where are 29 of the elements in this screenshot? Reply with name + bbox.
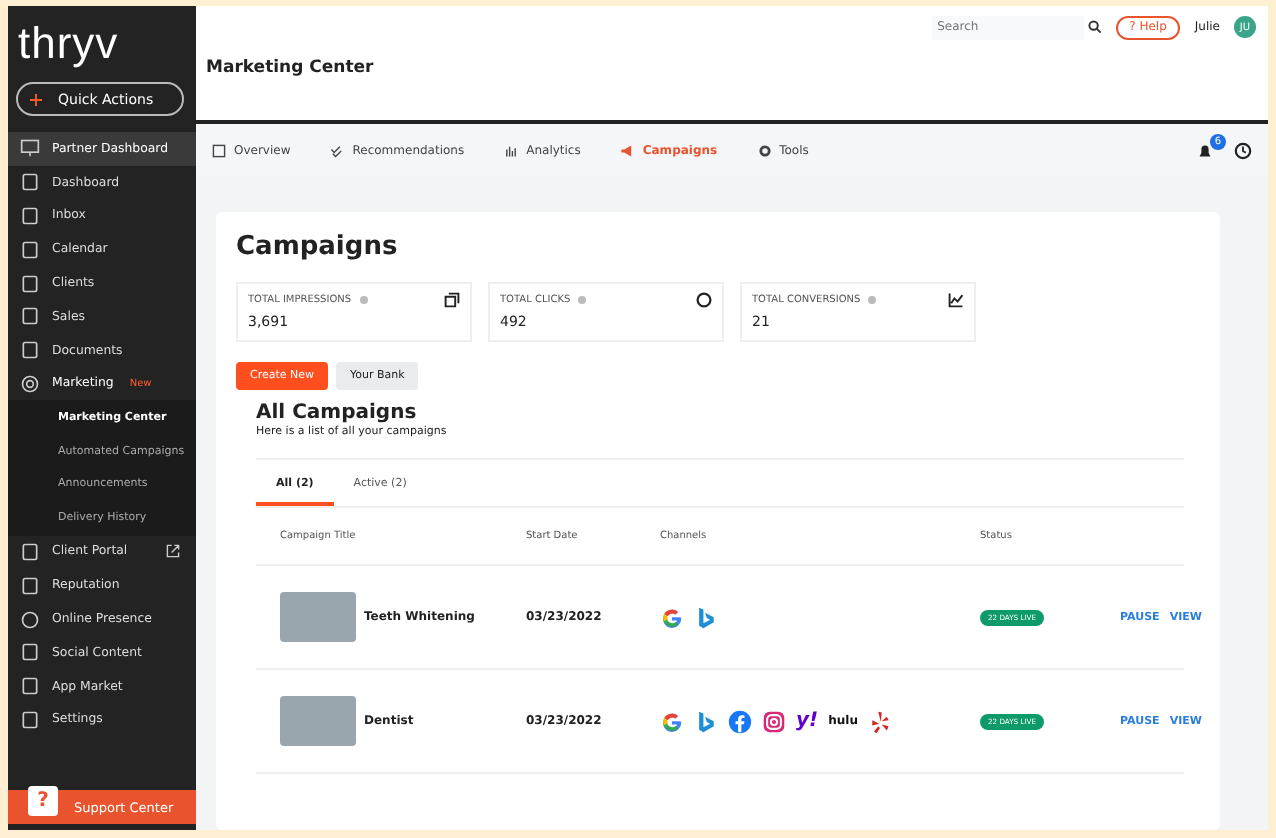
grid-icon	[212, 143, 226, 157]
camera-logo-icon	[762, 709, 786, 733]
b-logo-icon	[694, 605, 718, 629]
images-icon	[444, 292, 460, 308]
page-title: Marketing Center	[206, 58, 376, 78]
info-icon[interactable]	[868, 296, 877, 304]
megaphone-icon	[620, 143, 635, 157]
clock-icon[interactable]	[1234, 141, 1252, 159]
g-logo-icon	[660, 709, 684, 733]
section-title: Campaigns	[236, 232, 400, 262]
help-icon: ?	[28, 786, 58, 816]
list-title: All Campaigns	[256, 402, 419, 424]
monitor-icon	[20, 138, 40, 159]
f-logo-icon	[728, 709, 752, 733]
plus-icon	[30, 93, 42, 105]
line-chart-icon	[948, 292, 964, 308]
info-icon[interactable]	[578, 296, 587, 304]
b-logo-icon	[694, 709, 718, 733]
bars-icon	[504, 143, 519, 157]
channel-logo: y!	[796, 710, 819, 732]
search-icon	[1087, 20, 1102, 34]
g-logo-icon	[660, 605, 684, 629]
photo-placeholder	[280, 696, 356, 746]
photo-placeholder	[280, 592, 356, 642]
logo: thryv	[16, 16, 121, 72]
bell-icon[interactable]	[1196, 141, 1214, 159]
info-icon[interactable]	[359, 296, 368, 304]
checks-icon	[330, 143, 345, 157]
burst-logo-icon	[867, 709, 892, 733]
